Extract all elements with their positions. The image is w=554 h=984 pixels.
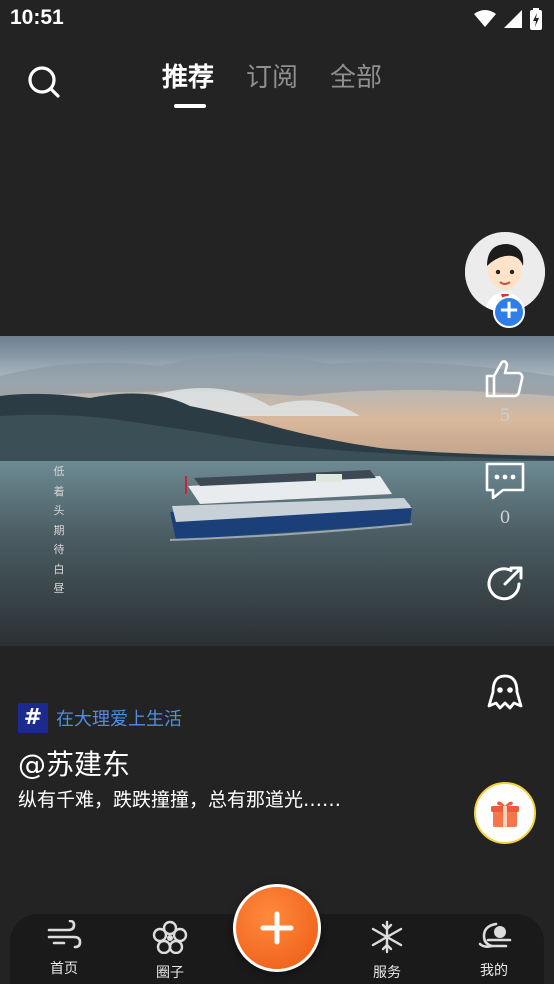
nav-item-circle[interactable]: 圈子: [130, 920, 210, 982]
search-button[interactable]: [26, 64, 62, 100]
comment-action[interactable]: 0: [460, 460, 550, 528]
tab-recommended[interactable]: 推荐: [162, 58, 214, 108]
nav-item-service[interactable]: 服务: [347, 920, 427, 982]
top-nav: 推荐 订阅 全部: [0, 50, 554, 114]
tab-all[interactable]: 全部: [330, 58, 382, 108]
plus-icon: [260, 911, 294, 945]
snowflake-icon: [371, 920, 403, 954]
follow-button[interactable]: +: [493, 296, 525, 328]
share-action[interactable]: [460, 562, 550, 610]
flower-icon: [152, 920, 188, 955]
ghost-icon: [487, 674, 523, 710]
thumbs-up-icon: [485, 360, 524, 398]
post-info: # 在大理爱上生活 @苏建东 纵有千难，跌跌撞撞，总有那道光……: [18, 703, 458, 812]
topic-tag[interactable]: # 在大理爱上生活: [18, 703, 458, 733]
ghost-action[interactable]: [460, 670, 550, 718]
gift-icon: [491, 801, 519, 827]
like-action[interactable]: 5: [460, 356, 550, 426]
post-caption: 纵有千难，跌跌撞撞，总有那道光……: [18, 789, 342, 811]
tab-subscribed[interactable]: 订阅: [246, 58, 298, 108]
like-count: 5: [499, 406, 511, 426]
nav-label-home: 首页: [50, 961, 78, 977]
feed-tabs: 推荐 订阅 全部: [162, 58, 382, 108]
status-bar: 10:51: [0, 0, 554, 38]
nav-item-home[interactable]: 首页: [24, 919, 104, 978]
comment-count: 0: [499, 508, 511, 528]
nav-label-service: 服务: [373, 965, 401, 981]
status-icons: [474, 8, 542, 30]
nav-label-circle: 圈子: [156, 965, 184, 981]
share-icon: [487, 566, 523, 601]
topic-label: 在大理爱上生活: [56, 709, 182, 730]
search-icon: [28, 66, 60, 98]
create-post-button[interactable]: [233, 884, 321, 972]
moon-icon: [478, 922, 512, 948]
author-name[interactable]: @苏建东: [18, 743, 458, 783]
nav-item-me[interactable]: 我的: [454, 920, 534, 980]
author-avatar-wrap[interactable]: +: [465, 232, 545, 328]
nav-label-me: 我的: [480, 963, 508, 979]
cellular-signal-icon: [504, 10, 522, 28]
video-overlay-text: 低 着 头 期 待 白 昼: [53, 465, 65, 595]
battery-icon: [530, 8, 542, 30]
topic-hash-badge: #: [18, 703, 48, 733]
comment-icon: [485, 462, 525, 500]
status-time: 10:51: [10, 6, 64, 29]
wind-icon: [47, 919, 82, 949]
gift-button[interactable]: [474, 782, 536, 844]
wifi-icon: [474, 10, 496, 27]
